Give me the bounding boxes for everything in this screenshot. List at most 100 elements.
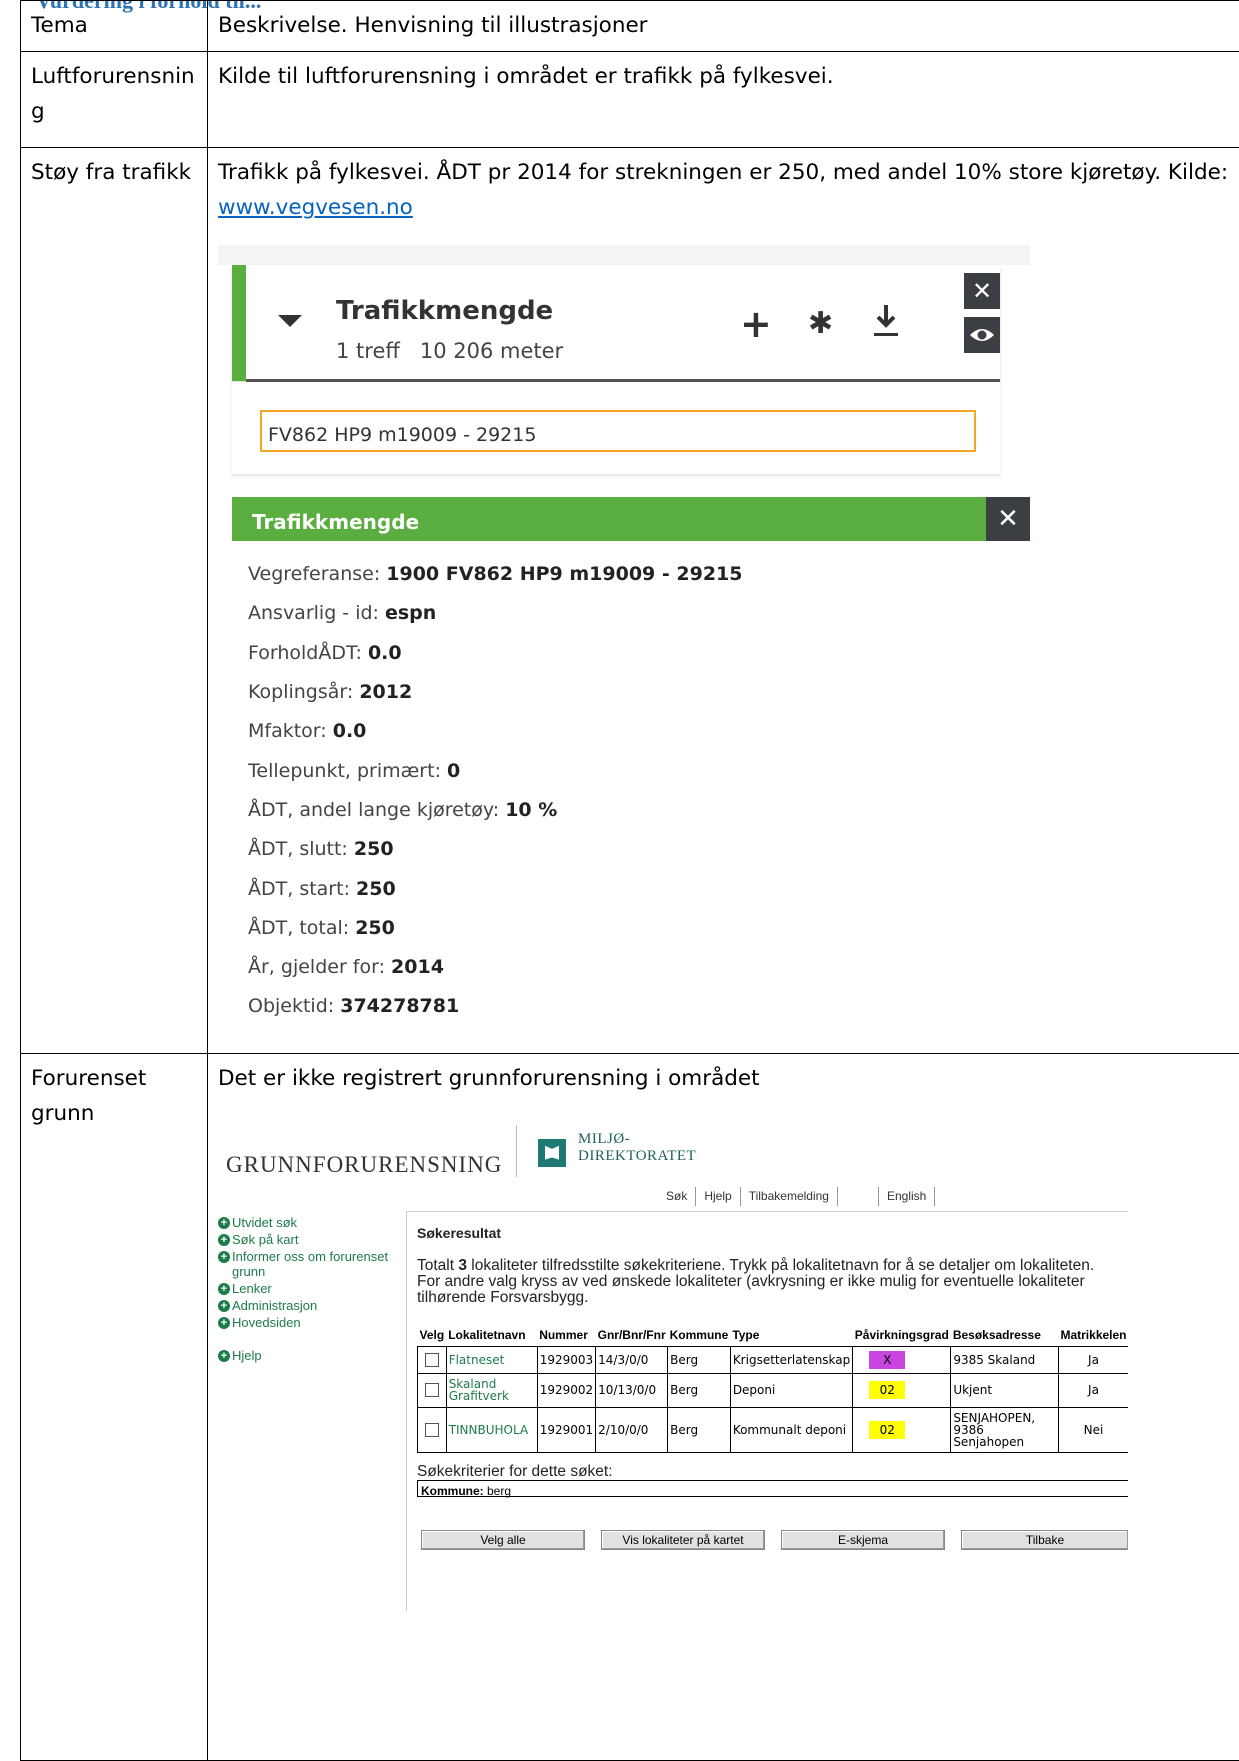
plus-circle-icon: +: [218, 1251, 230, 1263]
download-icon[interactable]: [872, 303, 900, 339]
table-row: Luftforurensnin g Kilde til luftforurens…: [21, 52, 1239, 148]
select-checkbox[interactable]: [425, 1383, 439, 1397]
show-on-map-button[interactable]: Vis lokaliteter på kartet: [601, 1530, 765, 1550]
top-navigation: SøkHjelpTilbakemelding English: [658, 1187, 935, 1206]
plus-circle-icon: +: [218, 1300, 230, 1312]
close-icon[interactable]: ✕: [964, 273, 1000, 309]
logo-text: MILJØ- DIREKTORATET: [578, 1131, 696, 1165]
row-desc: Kilde til luftforurensning i området er …: [208, 52, 1239, 148]
attribute-row: ÅDT, total: 250: [248, 915, 743, 954]
row-desc-text: Trafikk på fylkesvei. ÅDT pr 2014 for st…: [218, 156, 1230, 225]
result-title: Trafikkmengde: [252, 506, 419, 538]
impact-badge: 02: [869, 1381, 905, 1399]
plus-icon[interactable]: +: [740, 305, 772, 343]
search-results-panel: Søkeresultat Totalt 3 lokaliteter tilfre…: [406, 1211, 1128, 1611]
table-row: Forurenset grunn Det er ikke registrert …: [21, 1054, 1239, 1761]
sidebar-item[interactable]: +Informer oss om forurenset grunn: [218, 1249, 398, 1279]
assessment-table: Tema Beskrivelse. Henvisning til illustr…: [20, 0, 1239, 1761]
col-header: Velg: [418, 1325, 447, 1347]
header-beskrivelse: Beskrivelse. Henvisning til illustrasjon…: [208, 1, 1239, 52]
sidebar-item[interactable]: +Utvidet søk: [218, 1215, 398, 1230]
sidebar-item[interactable]: +Administrasjon: [218, 1298, 398, 1313]
col-header: Påvirkningsgrad: [853, 1325, 951, 1347]
row-desc: Det er ikke registrert grunnforurensning…: [218, 1062, 1230, 1096]
select-all-button[interactable]: Velg alle: [421, 1530, 585, 1550]
plus-circle-icon: +: [218, 1217, 230, 1229]
attribute-row: Objektid: 374278781: [248, 993, 743, 1032]
select-checkbox[interactable]: [425, 1353, 439, 1367]
header-divider: [516, 1125, 517, 1177]
row-desc: Trafikk på fylkesvei. ÅDT pr 2014 for st…: [218, 160, 1228, 185]
miljodirektoratet-logo-icon: [538, 1139, 566, 1167]
search-area: FV862 HP9 m19009 - 29215: [232, 382, 1000, 474]
table-row: Flatneset 1929003 14/3/0/0 Berg Krigsett…: [418, 1346, 1129, 1373]
results-intro: Totalt 3 lokaliteter tilfredsstilte søke…: [417, 1258, 1117, 1306]
e-form-button[interactable]: E-skjema: [781, 1530, 945, 1550]
nav-tilbakemelding[interactable]: Tilbakemelding: [741, 1187, 838, 1206]
criteria-box: Kommune: berg: [417, 1480, 1128, 1497]
select-checkbox[interactable]: [425, 1423, 439, 1437]
attribute-row: ÅDT, start: 250: [248, 876, 743, 915]
attribute-row: År, gjelder for: 2014: [248, 954, 743, 993]
col-header: Type: [730, 1325, 852, 1347]
road-reference-input[interactable]: FV862 HP9 m19009 - 29215: [260, 410, 976, 452]
nav-english[interactable]: English: [878, 1187, 935, 1206]
row-tema: Luftforurensnin g: [21, 52, 208, 148]
col-header: Matrikkelen: [1058, 1325, 1128, 1347]
attribute-row: Mfaktor: 0.0: [248, 718, 743, 757]
plus-circle-icon: +: [218, 1234, 230, 1246]
site-title: GRUNNFORURENSNING: [226, 1147, 502, 1184]
col-header: Besøksadresse: [951, 1325, 1059, 1347]
attribute-row: ÅDT, andel lange kjøretøy: 10 %: [248, 797, 743, 836]
table-row: Støy fra trafikk Trafikk på fylkesvei. Å…: [21, 148, 1239, 1054]
locality-link[interactable]: Flatneset: [446, 1346, 537, 1373]
table-header-row: Tema Beskrivelse. Henvisning til illustr…: [21, 1, 1239, 52]
close-icon[interactable]: ✕: [986, 497, 1030, 541]
eye-icon[interactable]: [964, 317, 1000, 353]
grunnforurensning-screenshot: GRUNNFORURENSNING MILJØ- DIREKTORATET Sø…: [218, 1115, 1128, 1655]
table-row: Skaland Grafitverk 1929002 10/13/0/0 Ber…: [418, 1373, 1129, 1407]
nav-sok[interactable]: Søk: [658, 1187, 696, 1206]
attribute-row: Tellepunkt, primært: 0: [248, 758, 743, 797]
sidebar-item-help[interactable]: +Hjelp: [218, 1348, 398, 1363]
row-tema: Støy fra trafikk: [21, 148, 208, 1054]
row-desc-with-illustration: Det er ikke registrert grunnforurensning…: [208, 1054, 1239, 1761]
gear-icon[interactable]: ✱: [808, 309, 833, 339]
results-title: Søkeresultat: [417, 1222, 501, 1244]
attribute-row: ÅDT, slutt: 250: [248, 836, 743, 875]
row-tema: Forurenset grunn: [21, 1054, 208, 1761]
locality-link[interactable]: TINNBUHOLA: [446, 1407, 537, 1452]
col-header: Nummer: [537, 1325, 595, 1347]
sidebar-item[interactable]: +Lenker: [218, 1281, 398, 1296]
sidebar: +Utvidet søk +Søk på kart +Informer oss …: [218, 1215, 398, 1365]
impact-badge: X: [869, 1351, 905, 1369]
result-header: Trafikkmengde ✕: [232, 497, 1030, 541]
caret-down-icon[interactable]: [278, 315, 302, 327]
plus-circle-icon: +: [218, 1283, 230, 1295]
impact-badge: 02: [869, 1421, 905, 1439]
nav-hjelp[interactable]: Hjelp: [696, 1187, 740, 1206]
panel-summary: 1 treff 10 206 meter: [336, 335, 563, 369]
row-desc-with-illustration: Trafikk på fylkesvei. ÅDT pr 2014 for st…: [208, 148, 1239, 1054]
table-row: TINNBUHOLA 1929001 2/10/0/0 Berg Kommuna…: [418, 1407, 1129, 1452]
col-header: Kommune: [668, 1325, 731, 1347]
sidebar-item[interactable]: +Søk på kart: [218, 1232, 398, 1247]
locality-link[interactable]: Skaland Grafitverk: [446, 1373, 537, 1407]
map-background: [218, 245, 1030, 265]
header-tema: Tema: [21, 1, 208, 52]
attribute-row: Vegreferanse: 1900 FV862 HP9 m19009 - 29…: [248, 561, 743, 600]
attribute-row: Koplingsår: 2012: [248, 679, 743, 718]
source-link[interactable]: www.vegvesen.no: [218, 195, 413, 220]
back-button[interactable]: Tilbake: [961, 1530, 1128, 1550]
attribute-row: ForholdÅDT: 0.0: [248, 640, 743, 679]
attribute-list: Vegreferanse: 1900 FV862 HP9 m19009 - 29…: [248, 561, 743, 1033]
vegvesen-screenshot: Trafikkmengde 1 treff 10 206 meter + ✱ ✕: [218, 245, 1030, 1035]
plus-circle-icon: +: [218, 1350, 230, 1362]
attribute-row: Ansvarlig - id: espn: [248, 600, 743, 639]
col-header: Gnr/Bnr/Fnr: [596, 1325, 668, 1347]
results-table: Velg Lokalitetnavn Nummer Gnr/Bnr/Fnr Ko…: [417, 1325, 1128, 1453]
sidebar-item[interactable]: +Hovedsiden: [218, 1315, 398, 1330]
plus-circle-icon: +: [218, 1317, 230, 1329]
col-header: Lokalitetnavn: [446, 1325, 537, 1347]
panel-title: Trafikkmengde: [336, 291, 553, 333]
